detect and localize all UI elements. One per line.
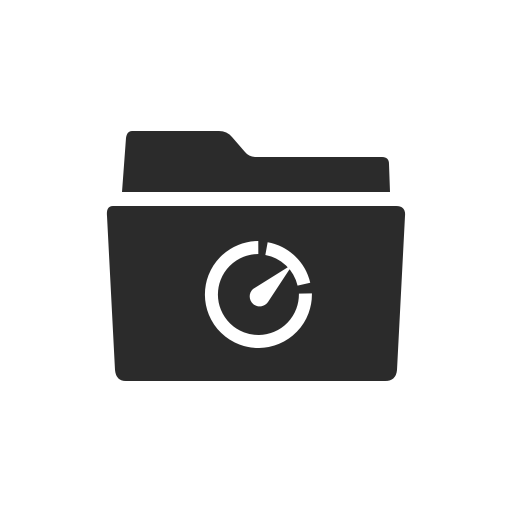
folder-back-icon [122, 131, 390, 192]
folder-speedometer-icon [106, 131, 406, 381]
icon-canvas [0, 0, 512, 512]
